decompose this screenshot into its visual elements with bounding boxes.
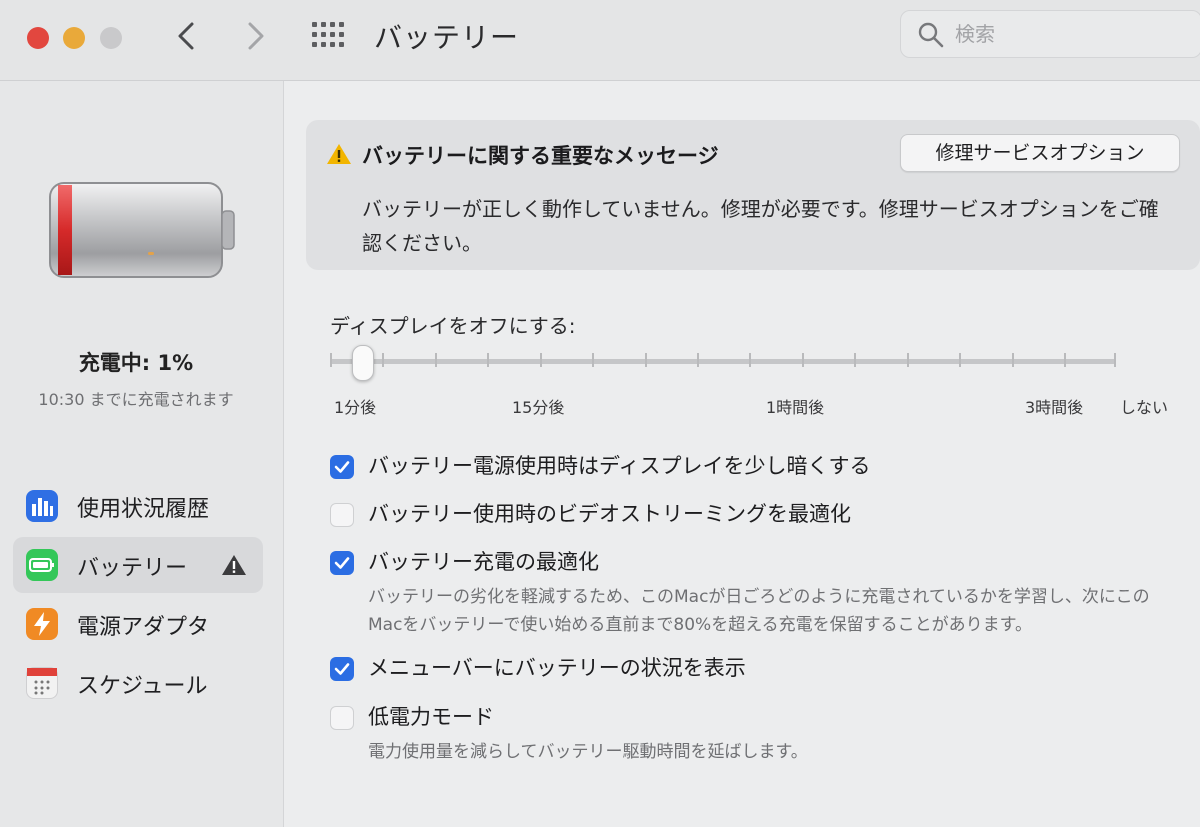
tick-label-3hours: 3時間後 (1025, 398, 1084, 417)
checkbox-unchecked[interactable] (330, 503, 354, 527)
zoom-window-button[interactable] (100, 27, 122, 49)
warning-icon (327, 144, 351, 164)
display-off-label: ディスプレイをオフにする: (330, 314, 576, 338)
tick-label-never: しない (1120, 398, 1169, 417)
slider-tick (1114, 353, 1116, 367)
sidebar-item-power-adapter[interactable]: 電源アダプタ (13, 596, 263, 652)
option-label: バッテリー充電の最適化 (368, 550, 599, 574)
warning-icon (222, 555, 246, 575)
forward-button[interactable] (236, 16, 276, 56)
battery-level-icon (49, 182, 235, 278)
sidebar: 充電中: 1% 10:30 までに充電されます 使用状況履歴 バッテリー 電源ア… (0, 81, 284, 827)
checkbox-checked[interactable] (330, 455, 354, 479)
search-field[interactable] (900, 10, 1200, 58)
bolt-icon (26, 608, 58, 640)
slider-tick (540, 353, 542, 367)
sidebar-item-schedule[interactable]: スケジュール (13, 655, 263, 711)
checkbox-unchecked[interactable] (330, 706, 354, 730)
slider-tick (487, 353, 489, 367)
display-off-slider[interactable] (330, 345, 1120, 385)
slider-tick (854, 353, 856, 367)
option-label: バッテリー使用時のビデオストリーミングを最適化 (368, 502, 851, 526)
service-options-button[interactable]: 修理サービスオプション (900, 134, 1180, 172)
window-title: バッテリー (374, 21, 520, 54)
back-button[interactable] (168, 16, 208, 56)
checkmark-icon (334, 461, 350, 473)
calendar-icon (26, 667, 58, 699)
slider-tick (749, 353, 751, 367)
slider-tick (1064, 353, 1066, 367)
title-bar: バッテリー (0, 0, 1200, 81)
slider-tick (330, 353, 332, 367)
minimize-window-button[interactable] (63, 27, 85, 49)
slider-tick (382, 353, 384, 367)
close-window-button[interactable] (27, 27, 49, 49)
slider-tick (802, 353, 804, 367)
alert-title: バッテリーに関する重要なメッセージ (362, 144, 719, 168)
checkbox-checked[interactable] (330, 551, 354, 575)
option-label: 低電力モード (368, 705, 494, 729)
slider-track (330, 359, 1116, 364)
slider-thumb[interactable] (352, 345, 374, 381)
option-description: 電力使用量を減らしてバッテリー駆動時間を延ばします。 (368, 742, 808, 762)
slider-tick (697, 353, 699, 367)
tick-label-15min: 15分後 (512, 398, 565, 417)
tick-label-1hour: 1時間後 (766, 398, 825, 417)
sidebar-item-label: スケジュール (77, 674, 208, 699)
sidebar-item-label: 使用状況履歴 (77, 497, 210, 522)
checkbox-checked[interactable] (330, 657, 354, 681)
slider-tick (1012, 353, 1014, 367)
option-description: バッテリーの劣化を軽減するため、このMacが日ごろどのように充電されているかを学… (368, 587, 1150, 635)
battery-icon (26, 549, 58, 581)
slider-tick (592, 353, 594, 367)
option-label: バッテリー電源使用時はディスプレイを少し暗くする (368, 454, 871, 478)
show-all-button[interactable] (310, 20, 350, 52)
charge-status: 充電中: 1% (78, 351, 194, 375)
sidebar-item-label: バッテリー (77, 556, 188, 581)
slider-tick (907, 353, 909, 367)
chevron-right-icon (248, 22, 264, 50)
option-label: メニューバーにバッテリーの状況を表示 (368, 656, 746, 680)
slider-tick (645, 353, 647, 367)
slider-tick (959, 353, 961, 367)
tick-label-1min: 1分後 (334, 398, 377, 417)
chevron-left-icon (178, 22, 194, 50)
search-icon (918, 22, 944, 48)
sidebar-item-usage-history[interactable]: 使用状況履歴 (13, 478, 263, 534)
checkmark-icon (334, 557, 350, 569)
sidebar-item-label: 電源アダプタ (77, 615, 210, 640)
charge-estimate: 10:30 までに充電されます (38, 390, 234, 409)
alert-message: バッテリーが正しく動作していません。修理が必要です。修理サービスオプションをご確… (362, 197, 1159, 255)
sidebar-item-battery[interactable]: バッテリー (13, 537, 263, 593)
search-input[interactable] (953, 19, 1187, 49)
battery-alert-panel: バッテリーに関する重要なメッセージ 修理サービスオプション バッテリーが正しく動… (306, 120, 1200, 270)
bar-chart-icon (26, 490, 58, 522)
checkmark-icon (334, 663, 350, 675)
slider-tick (435, 353, 437, 367)
